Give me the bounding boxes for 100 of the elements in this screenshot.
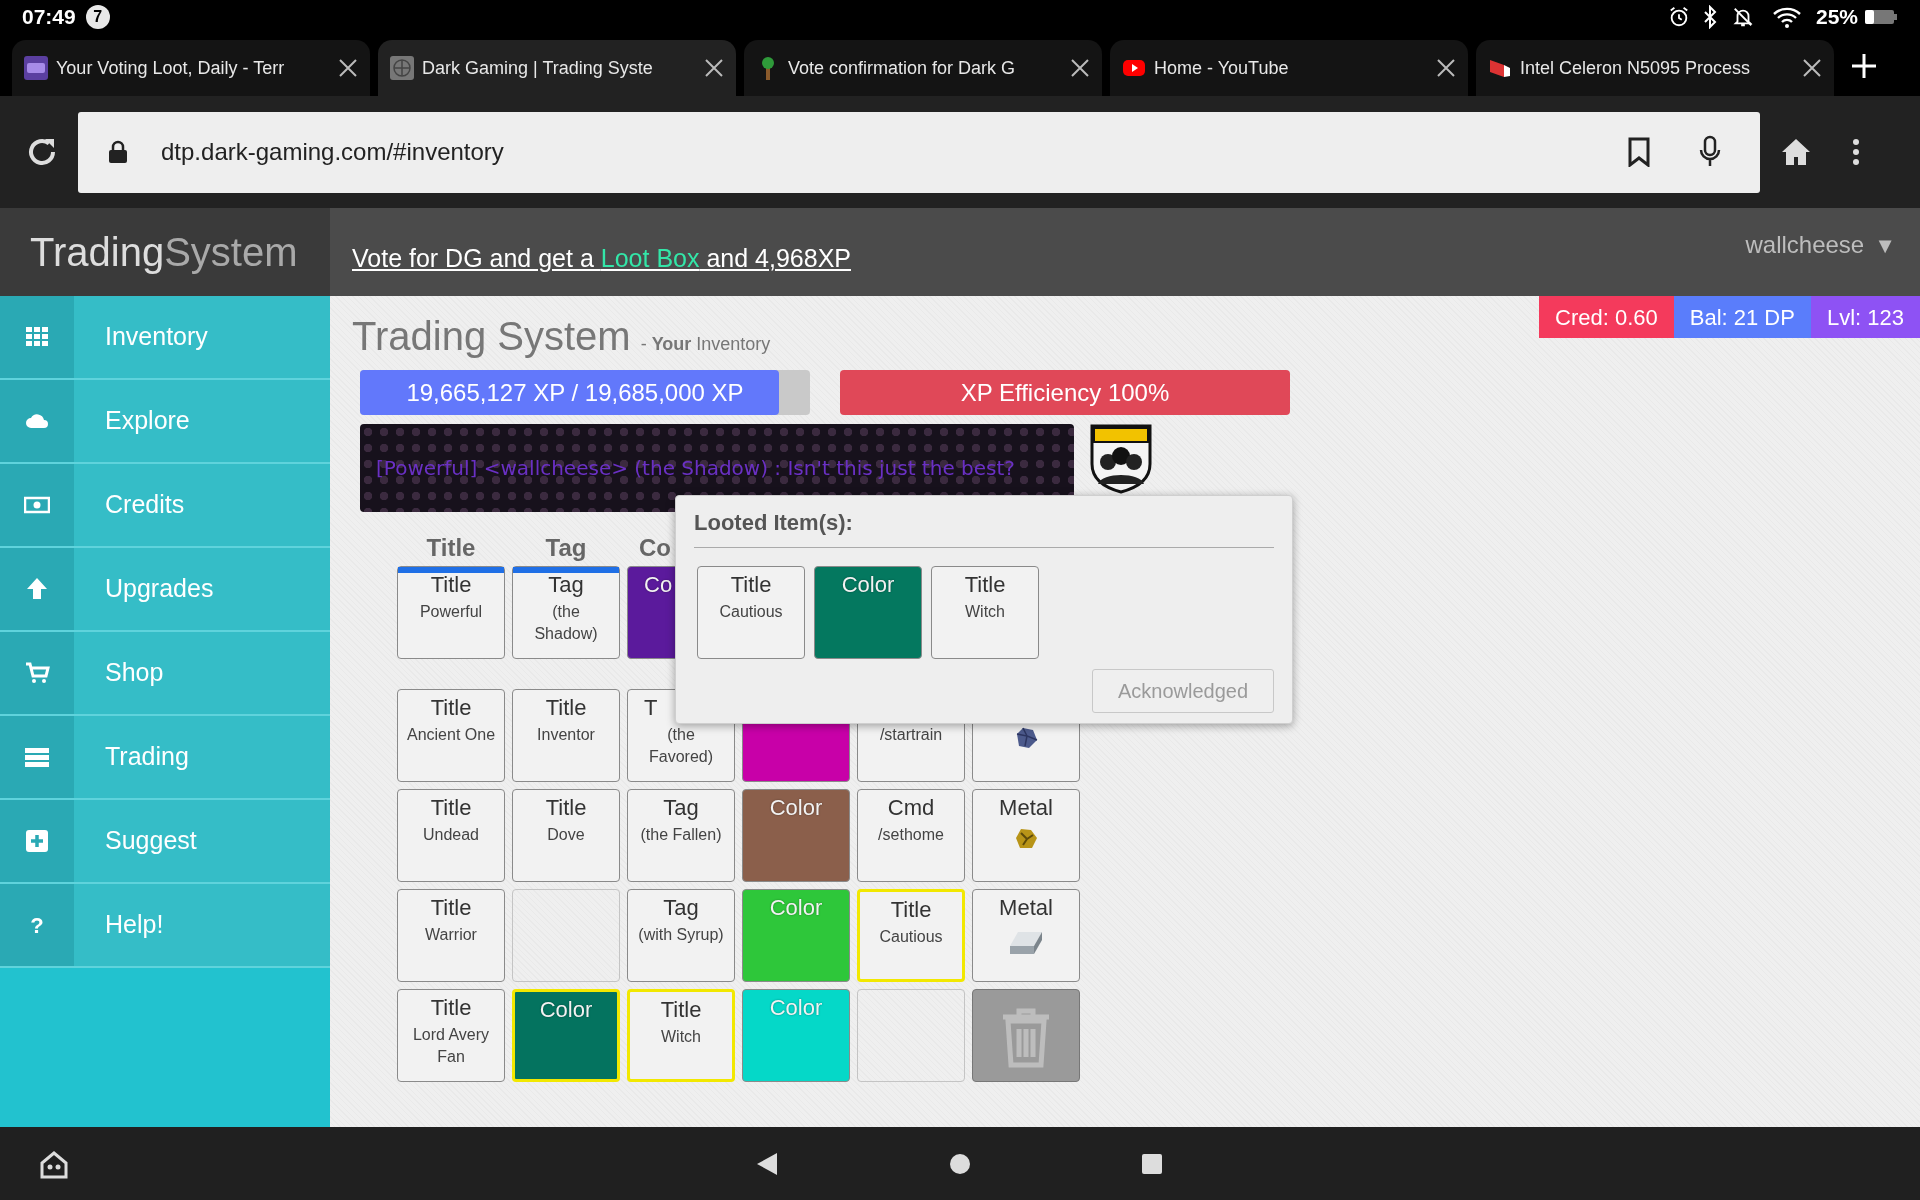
- column-header: Tag: [545, 533, 587, 563]
- inventory-slot[interactable]: Title Inventor: [512, 689, 620, 782]
- inventory-slot[interactable]: Tag (the Fallen): [627, 789, 735, 882]
- close-icon[interactable]: [704, 58, 724, 78]
- inventory-slot[interactable]: Title Warrior: [397, 889, 505, 982]
- slot-sublabel: (the Shadow): [533, 602, 599, 644]
- popup-title: Looted Item(s):: [694, 506, 1274, 548]
- slot-label: Color: [841, 571, 895, 599]
- slot-label: Title: [730, 571, 772, 599]
- close-icon[interactable]: [1070, 58, 1090, 78]
- sidebar-label: Shop: [105, 657, 164, 689]
- assistant-icon[interactable]: [38, 1148, 70, 1179]
- browser-tab[interactable]: Vote confirmation for Dark G: [744, 40, 1102, 96]
- slot-label: Color: [769, 894, 823, 922]
- inventory-slot[interactable]: Title Dove: [512, 789, 620, 882]
- slot-label: Cmd: [887, 794, 935, 822]
- tab-title: Your Voting Loot, Daily - Terr: [56, 56, 285, 80]
- microphone-icon[interactable]: [1698, 135, 1722, 169]
- slot-sublabel: (the Fallen): [639, 825, 723, 845]
- inventory-slot[interactable]: Title Powerful: [397, 566, 505, 659]
- slot-label: Color: [539, 996, 593, 1024]
- efficiency-banner: XP Efficiency 100%: [840, 370, 1290, 415]
- inventory-slot[interactable]: Color: [512, 989, 620, 1082]
- inventory-slot[interactable]: Title Lord Avery Fan: [397, 989, 505, 1082]
- close-icon[interactable]: [1436, 58, 1456, 78]
- browser-tab[interactable]: Dark Gaming | Trading Syste: [378, 40, 736, 96]
- page-title: Trading System: [352, 313, 631, 360]
- slot-sublabel: Inventor: [536, 725, 596, 745]
- home-circle-icon[interactable]: [948, 1151, 972, 1176]
- tab-title: Dark Gaming | Trading Syste: [422, 56, 653, 80]
- slot-sublabel: Cautious: [878, 927, 944, 947]
- inventory-slot[interactable]: Title Witch: [931, 566, 1039, 659]
- inventory-slot[interactable]: Title Cautious: [857, 889, 965, 982]
- bookmark-icon[interactable]: [1628, 137, 1650, 167]
- slot-label: Title: [430, 571, 472, 599]
- column-header: Co: [639, 533, 671, 563]
- browser-tab[interactable]: Intel Celeron N5095 Process: [1476, 40, 1834, 96]
- slot-sublabel: /startrain: [878, 725, 944, 745]
- inventory-slot[interactable]: Title Cautious: [697, 566, 805, 659]
- inventory-slot[interactable]: Tag (with Syrup): [627, 889, 735, 982]
- slot-label: Title: [430, 694, 472, 722]
- slot-label: T: [643, 694, 658, 722]
- back-icon[interactable]: [755, 1150, 779, 1177]
- battery-percent: 25%: [1815, 4, 1858, 31]
- slot-label: Title: [430, 994, 472, 1022]
- more-menu-icon[interactable]: [1852, 138, 1860, 166]
- inventory-slot[interactable]: Color: [814, 566, 922, 659]
- inventory-slot[interactable]: Tag (the Shadow): [512, 566, 620, 659]
- close-icon[interactable]: [338, 58, 358, 78]
- slot-label: Tag: [548, 571, 584, 599]
- wifi-icon: [1771, 6, 1802, 28]
- slot-label: Tag: [663, 794, 699, 822]
- home-icon[interactable]: [1780, 137, 1812, 167]
- inventory-slot[interactable]: Title Ancient One: [397, 689, 505, 782]
- sidebar-label: Upgrades: [105, 573, 214, 605]
- slot-label: Color: [769, 794, 823, 822]
- sidebar-label: Credits: [105, 489, 185, 521]
- inventory-slot[interactable]: Title Witch: [627, 989, 735, 1082]
- sidebar-label: Explore: [105, 405, 190, 437]
- inventory-slot[interactable]: Cmd /sethome: [857, 789, 965, 882]
- xp-progress-text: 19,665,127 XP / 19,685,000 XP: [405, 377, 745, 408]
- slot-label: Title: [545, 694, 587, 722]
- slot-label: Title: [430, 894, 472, 922]
- slot-sublabel: /sethome: [877, 825, 945, 845]
- slot-label: Title: [545, 794, 587, 822]
- slot-sublabel: Powerful: [418, 602, 484, 622]
- close-icon[interactable]: [1802, 58, 1822, 78]
- slot-label: Title: [660, 996, 702, 1024]
- slot-sublabel: Ancient One: [405, 725, 497, 745]
- muted-bell-icon: [1731, 6, 1754, 28]
- notification-count: 7: [85, 5, 110, 29]
- inventory-slot[interactable]: Title Undead: [397, 789, 505, 882]
- vote-link[interactable]: Vote for DG and get a Loot Box and 4,968XP: [352, 240, 851, 278]
- address-bar[interactable]: dtp.dark-gaming.com/#inventory: [78, 111, 1760, 193]
- lock-icon: [108, 140, 128, 164]
- slot-sublabel: Cautious: [718, 602, 784, 622]
- tab-title: Vote confirmation for Dark G: [788, 56, 1016, 80]
- new-tab-icon[interactable]: [1850, 52, 1878, 80]
- stat-badge: Bal: 21 DP: [1673, 296, 1811, 338]
- user-menu[interactable]: wallcheese ▼: [1745, 227, 1896, 263]
- inventory-slot[interactable]: Metal: [972, 789, 1080, 882]
- inventory-slot[interactable]: Color: [742, 789, 850, 882]
- slot-sublabel: Lord Avery Fan: [411, 1025, 491, 1067]
- slot-label: Color: [769, 994, 823, 1022]
- tab-title: Intel Celeron N5095 Process: [1520, 56, 1751, 80]
- slot-sublabel: Undead: [421, 825, 480, 845]
- slot-sublabel: Dove: [546, 825, 586, 845]
- url-text: dtp.dark-gaming.com/#inventory: [161, 137, 505, 167]
- slot-label: Title: [430, 794, 472, 822]
- help-glyph: ?: [30, 911, 44, 940]
- sidebar-label: Help!: [105, 909, 164, 941]
- inventory-slot[interactable]: Metal: [972, 889, 1080, 982]
- favicon-icon: [390, 56, 414, 80]
- cart-icon: [24, 660, 50, 686]
- browser-tab[interactable]: Home - YouTube: [1110, 40, 1468, 96]
- plus-icon: [24, 828, 50, 854]
- browser-tab[interactable]: Your Voting Loot, Daily - Terr: [12, 40, 370, 96]
- stat-badge: Cred: 0.60: [1539, 296, 1674, 338]
- slot-sublabel: Witch: [964, 602, 1006, 622]
- recents-icon[interactable]: [1140, 1151, 1164, 1176]
